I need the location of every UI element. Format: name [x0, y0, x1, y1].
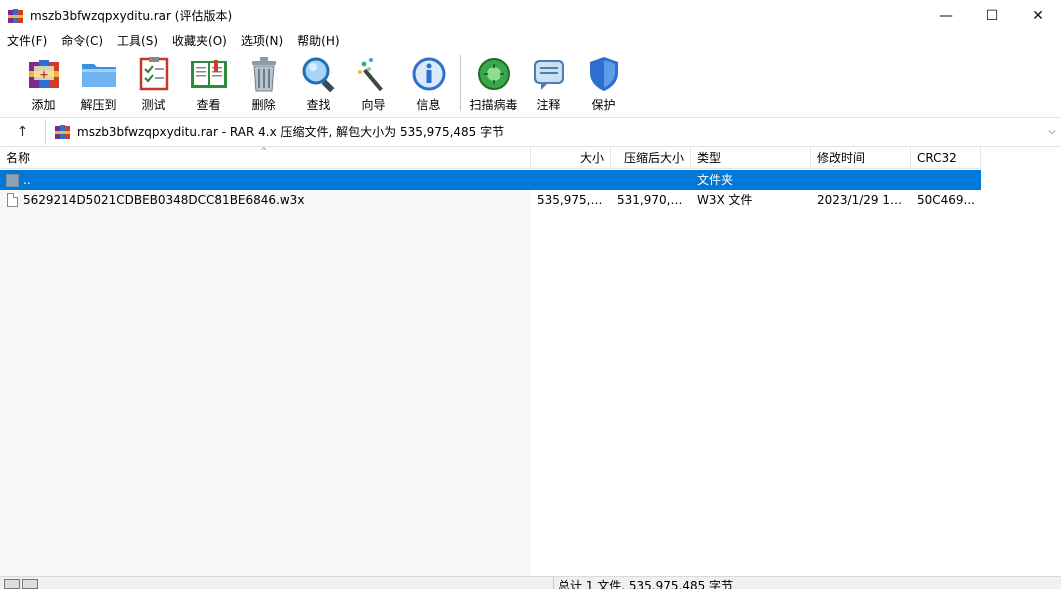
test-checklist-icon: [134, 55, 174, 93]
wizard-button[interactable]: 向导: [346, 51, 401, 113]
info-button[interactable]: 信息: [401, 51, 456, 113]
archive-icon: [55, 124, 71, 140]
archive-path: mszb3bfwzqpxyditu.rar - RAR 4.x 压缩文件, 解包…: [77, 125, 505, 139]
wizard-label: 向导: [361, 98, 386, 112]
column-name-label: 名称: [6, 151, 31, 165]
test-label: 测试: [141, 98, 166, 112]
view-book-icon: [189, 55, 229, 93]
protect-button[interactable]: 保护: [576, 51, 631, 113]
up-folder-button[interactable]: ↑: [0, 118, 46, 145]
toolbar: + 添加 解压到 测试 查看 删除 查找 向导 信息 扫描病毒 注释 保护: [0, 51, 1061, 117]
row-size: [531, 170, 611, 190]
row-crc: 50C469...: [917, 193, 975, 207]
window-title: mszb3bfwzqpxyditu.rar (评估版本): [30, 9, 233, 23]
column-crc32[interactable]: CRC32: [911, 147, 981, 169]
winrar-app-icon: [8, 8, 24, 24]
column-packed-size[interactable]: 压缩后大小: [611, 147, 691, 169]
file-list: 名称 ^ 大小 压缩后大小 类型 修改时间 CRC32 .. 文件夹 56292…: [0, 146, 1061, 577]
row-packed: 531,970,8...: [617, 193, 690, 207]
row-name: 5629214D5021CDBEB0348DCC81BE6846.w3x: [23, 193, 305, 207]
column-header: 名称 ^ 大小 压缩后大小 类型 修改时间 CRC32: [0, 147, 981, 169]
close-button[interactable]: ✕: [1015, 0, 1061, 31]
drive-icon[interactable]: [4, 579, 20, 589]
menu-commands[interactable]: 命令(C): [54, 31, 110, 51]
menu-tools[interactable]: 工具(S): [110, 31, 165, 51]
extract-label: 解压到: [80, 98, 117, 112]
chevron-down-icon[interactable]: ⌵: [1045, 126, 1059, 137]
folder-up-icon: [6, 173, 19, 187]
menu-options[interactable]: 选项(N): [234, 31, 290, 51]
toolbar-separator: [460, 55, 461, 111]
menu-file[interactable]: 文件(F): [0, 31, 54, 51]
virus-scan-icon: [474, 55, 514, 93]
status-summary: 总计 1 文件, 535,975,485 字节: [558, 579, 734, 589]
row-crc: [911, 170, 981, 190]
add-button[interactable]: + 添加: [16, 51, 71, 113]
column-name[interactable]: 名称 ^: [0, 147, 531, 169]
shield-icon: [584, 55, 624, 93]
status-divider: [553, 577, 554, 589]
extract-folder-icon: [79, 55, 119, 93]
maximize-button[interactable]: ☐: [969, 0, 1015, 31]
comment-label: 注释: [536, 98, 561, 112]
svg-text:+: +: [39, 68, 48, 81]
table-row[interactable]: .. 文件夹: [0, 170, 981, 190]
row-name: ..: [23, 173, 31, 187]
menu-favorites[interactable]: 收藏夹(O): [165, 31, 234, 51]
find-button[interactable]: 查找: [291, 51, 346, 113]
row-mtime: 2023/1/29 10...: [817, 193, 910, 207]
add-label: 添加: [31, 98, 56, 112]
magnifier-icon: [299, 55, 339, 93]
row-mtime: [811, 170, 911, 190]
address-field[interactable]: mszb3bfwzqpxyditu.rar - RAR 4.x 压缩文件, 解包…: [46, 119, 1045, 144]
file-icon: [7, 193, 18, 207]
comment-button[interactable]: 注释: [521, 51, 576, 113]
trash-icon: [244, 55, 284, 93]
file-rows: .. 文件夹 5629214D5021CDBEB0348DCC81BE6846.…: [0, 170, 981, 210]
extract-button[interactable]: 解压到: [71, 51, 126, 113]
column-size[interactable]: 大小: [531, 147, 611, 169]
magic-wand-icon: [354, 55, 394, 93]
sort-indicator-icon: ^: [260, 147, 268, 157]
view-label: 查看: [196, 98, 221, 112]
minimize-button[interactable]: —: [923, 0, 969, 31]
comment-icon: [529, 55, 569, 93]
virus-scan-label: 扫描病毒: [469, 98, 518, 112]
find-label: 查找: [306, 98, 331, 112]
row-type: W3X 文件: [697, 193, 753, 207]
address-bar: ↑ mszb3bfwzqpxyditu.rar - RAR 4.x 压缩文件, …: [0, 117, 1061, 145]
info-icon: [409, 55, 449, 93]
row-size: 535,975,4...: [537, 193, 610, 207]
column-modified[interactable]: 修改时间: [811, 147, 911, 169]
name-column-background: [0, 170, 531, 577]
test-button[interactable]: 测试: [126, 51, 181, 113]
row-type: 文件夹: [697, 173, 734, 187]
delete-button[interactable]: 删除: [236, 51, 291, 113]
info-label: 信息: [416, 98, 441, 112]
row-packed: [611, 170, 691, 190]
menu-bar: 文件(F) 命令(C) 工具(S) 收藏夹(O) 选项(N) 帮助(H): [0, 31, 1061, 51]
protect-label: 保护: [591, 98, 616, 112]
view-button[interactable]: 查看: [181, 51, 236, 113]
column-type[interactable]: 类型: [691, 147, 811, 169]
table-row[interactable]: 5629214D5021CDBEB0348DCC81BE6846.w3x 535…: [0, 190, 981, 210]
delete-label: 删除: [251, 98, 276, 112]
key-icon[interactable]: [22, 579, 38, 589]
add-archive-icon: +: [24, 55, 64, 93]
virus-scan-button[interactable]: 扫描病毒: [466, 51, 521, 113]
title-bar: mszb3bfwzqpxyditu.rar (评估版本) — ☐ ✕: [0, 0, 1061, 31]
menu-help[interactable]: 帮助(H): [290, 31, 346, 51]
status-bar: 总计 1 文件, 535,975,485 字节: [0, 576, 1061, 589]
